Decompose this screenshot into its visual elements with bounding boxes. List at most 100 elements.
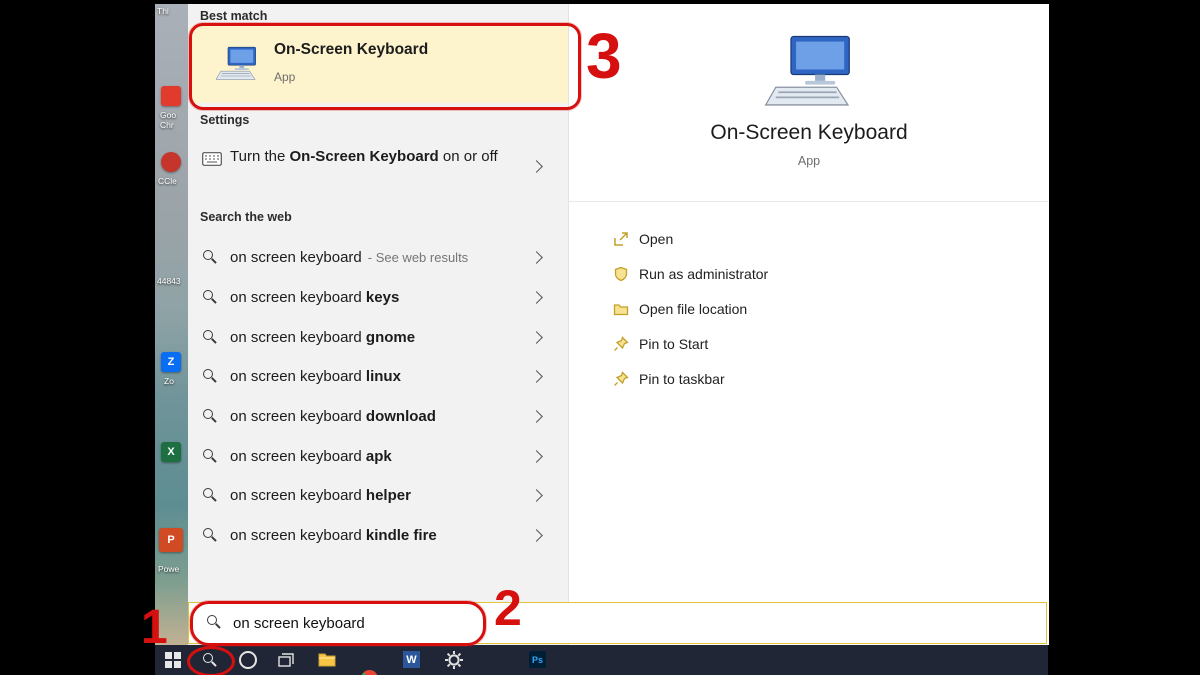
search-icon [203, 330, 217, 344]
suggestion-text: on screen keyboard [230, 329, 366, 346]
action-pin-to-start[interactable]: Pin to Start [613, 331, 1013, 359]
suggestion-bold: kindle fire [366, 527, 437, 544]
ccleaner-desktop-icon[interactable] [161, 152, 181, 172]
chrome-icon[interactable] [361, 670, 378, 675]
action-label: Run as administrator [639, 266, 768, 282]
action-label: Open file location [639, 301, 747, 317]
web-suggestion-row[interactable]: on screen keyboard gnome [188, 320, 568, 356]
action-label: Open [639, 231, 673, 247]
settings-item-label: Turn the On-Screen Keyboard on or off [230, 146, 508, 168]
web-suggestion-label: on screen keyboard gnome [230, 329, 415, 346]
chevron-right-icon [530, 370, 543, 383]
search-icon [203, 488, 217, 502]
annotation-number-2: 2 [494, 583, 522, 633]
settings-item-osk-toggle[interactable]: Turn the On-Screen Keyboard on or off [188, 138, 568, 200]
web-suggestion-label: on screen keyboard - See web results [230, 249, 468, 266]
web-suggestion-row[interactable]: on screen keyboard linux [188, 359, 568, 395]
start-button-windows-icon[interactable] [165, 652, 181, 668]
chevron-right-icon [530, 410, 543, 423]
web-suggestion-label: on screen keyboard download [230, 408, 436, 425]
annotation-number-3: 3 [586, 24, 622, 88]
settings-item-text-bold: On-Screen Keyboard [289, 148, 438, 165]
cortana-icon[interactable] [239, 651, 257, 669]
desktop-background: Thi Goo Chr CCle 44843 Z Zo X P Powe [155, 4, 188, 645]
chevron-right-icon [530, 251, 543, 264]
zalo-desktop-icon[interactable]: Z [161, 352, 181, 372]
desktop-label: CCle [158, 176, 177, 186]
excel-desktop-icon[interactable]: X [161, 442, 181, 462]
web-suggestion-row[interactable]: on screen keyboard download [188, 399, 568, 435]
suggestion-bold: keys [366, 289, 399, 306]
search-icon [203, 369, 217, 383]
detail-subtitle: App [569, 154, 1049, 168]
suggestion-note: - See web results [368, 250, 468, 265]
web-suggestion-row[interactable]: on screen keyboard - See web results [188, 240, 568, 276]
action-label: Pin to taskbar [639, 371, 725, 387]
annotation-circle-taskbar-search [187, 646, 235, 675]
detail-title: On-Screen Keyboard [569, 121, 1049, 145]
chevron-right-icon [530, 160, 543, 173]
chrome-desktop-icon[interactable] [161, 86, 181, 106]
suggestion-text: on screen keyboard [230, 448, 366, 465]
suggestion-text: on screen keyboard [230, 249, 362, 266]
suggestion-text: on screen keyboard [230, 487, 366, 504]
settings-gear-icon[interactable] [444, 650, 464, 670]
taskbar: W Ps [155, 645, 1048, 675]
suggestion-text: on screen keyboard [230, 527, 366, 544]
word-icon[interactable]: W [403, 651, 420, 668]
annotation-number-1: 1 [141, 604, 168, 652]
pin-icon [613, 371, 629, 387]
search-icon [203, 409, 217, 423]
web-suggestion-label: on screen keyboard apk [230, 448, 392, 465]
suggestion-text: on screen keyboard [230, 289, 366, 306]
open-icon [613, 231, 629, 247]
web-suggestion-label: on screen keyboard helper [230, 487, 411, 504]
desktop-label: Thi [157, 6, 169, 16]
admin-shield-icon [613, 266, 629, 282]
desktop-label: 44843 [157, 276, 181, 286]
settings-header: Settings [200, 113, 249, 127]
desktop-label: Zo [164, 376, 174, 386]
keyboard-icon [202, 152, 222, 166]
action-label: Pin to Start [639, 336, 708, 352]
web-suggestion-row[interactable]: on screen keyboard helper [188, 478, 568, 514]
pin-icon [613, 336, 629, 352]
search-icon [203, 250, 217, 264]
chevron-right-icon [530, 529, 543, 542]
file-explorer-icon[interactable] [318, 652, 336, 667]
web-suggestion-row[interactable]: on screen keyboard keys [188, 280, 568, 316]
chevron-right-icon [530, 291, 543, 304]
action-open-file-location[interactable]: Open file location [613, 296, 1013, 324]
photoshop-icon[interactable]: Ps [529, 651, 546, 668]
settings-item-text-pre: Turn the [230, 148, 289, 165]
web-suggestion-label: on screen keyboard kindle fire [230, 527, 437, 544]
web-suggestion-row[interactable]: on screen keyboard apk [188, 439, 568, 475]
desktop-label: Powe [158, 564, 179, 574]
onscreen-keyboard-app-icon-large [764, 34, 856, 110]
web-suggestion-label: on screen keyboard keys [230, 289, 399, 306]
best-match-header: Best match [200, 9, 267, 23]
annotation-box-search-input [190, 601, 486, 646]
desktop-label: Chr [160, 120, 174, 130]
search-icon [203, 528, 217, 542]
suggestion-bold: helper [366, 487, 411, 504]
powerpoint-desktop-icon[interactable]: P [159, 528, 183, 552]
task-view-icon[interactable] [277, 651, 295, 669]
action-run-as-administrator[interactable]: Run as administrator [613, 261, 1013, 289]
desktop-label: Goo [160, 110, 176, 120]
action-pin-to-taskbar[interactable]: Pin to taskbar [613, 366, 1013, 394]
screen: Thi Goo Chr CCle 44843 Z Zo X P Powe Bes… [0, 0, 1200, 675]
chevron-right-icon [530, 331, 543, 344]
web-suggestion-row[interactable]: on screen keyboard kindle fire [188, 518, 568, 554]
suggestion-bold: apk [366, 448, 392, 465]
chevron-right-icon [530, 489, 543, 502]
suggestion-bold: linux [366, 368, 401, 385]
suggestion-text: on screen keyboard [230, 408, 366, 425]
suggestion-text: on screen keyboard [230, 368, 366, 385]
suggestion-bold: gnome [366, 329, 415, 346]
action-open[interactable]: Open [613, 226, 1013, 254]
search-icon [203, 449, 217, 463]
settings-item-text-post: on or off [439, 148, 498, 165]
folder-location-icon [613, 301, 629, 317]
web-suggestion-label: on screen keyboard linux [230, 368, 401, 385]
